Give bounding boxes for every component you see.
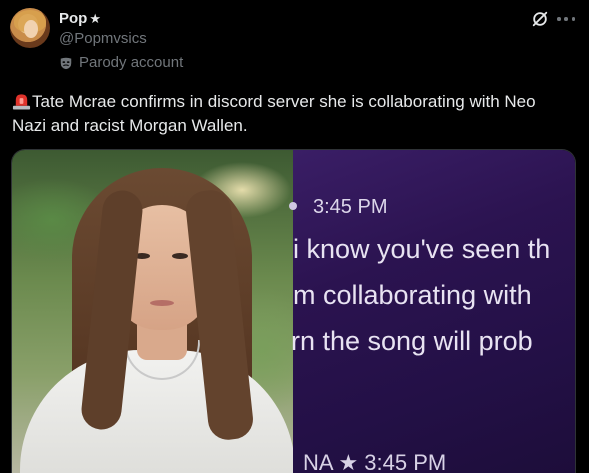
discord-line-2: m collaborating with (293, 280, 532, 310)
siren-icon (12, 94, 31, 110)
parody-label: Parody account (79, 54, 184, 71)
tweet-media[interactable]: 3:45 PM i know you've seen th m collabor… (11, 149, 576, 473)
mask-icon (60, 57, 72, 69)
star-icon: ★ (89, 10, 101, 26)
display-name[interactable]: Pop (59, 10, 87, 27)
discord-line-3: rn the song will prob (291, 326, 533, 356)
discord-next-message: NA ★ 3:45 PM (303, 450, 447, 473)
discord-timestamp: 3:45 PM (313, 196, 388, 218)
author-handle[interactable]: @Popmvsics (59, 30, 147, 47)
tweet-text: Tate Mcrae confirms in discord server sh… (12, 90, 572, 138)
message-marker (289, 202, 297, 210)
discord-line-1: i know you've seen th (293, 234, 551, 264)
author-name-row[interactable]: Pop ★ (59, 10, 101, 27)
avatar[interactable] (10, 8, 50, 48)
grok-icon[interactable] (531, 10, 549, 28)
portrait-photo[interactable] (12, 150, 295, 473)
more-icon[interactable] (557, 10, 575, 28)
discord-screenshot[interactable]: 3:45 PM i know you've seen th m collabor… (289, 150, 575, 473)
tweet-body: Tate Mcrae confirms in discord server sh… (12, 92, 536, 135)
parody-badge: Parody account (59, 54, 183, 71)
